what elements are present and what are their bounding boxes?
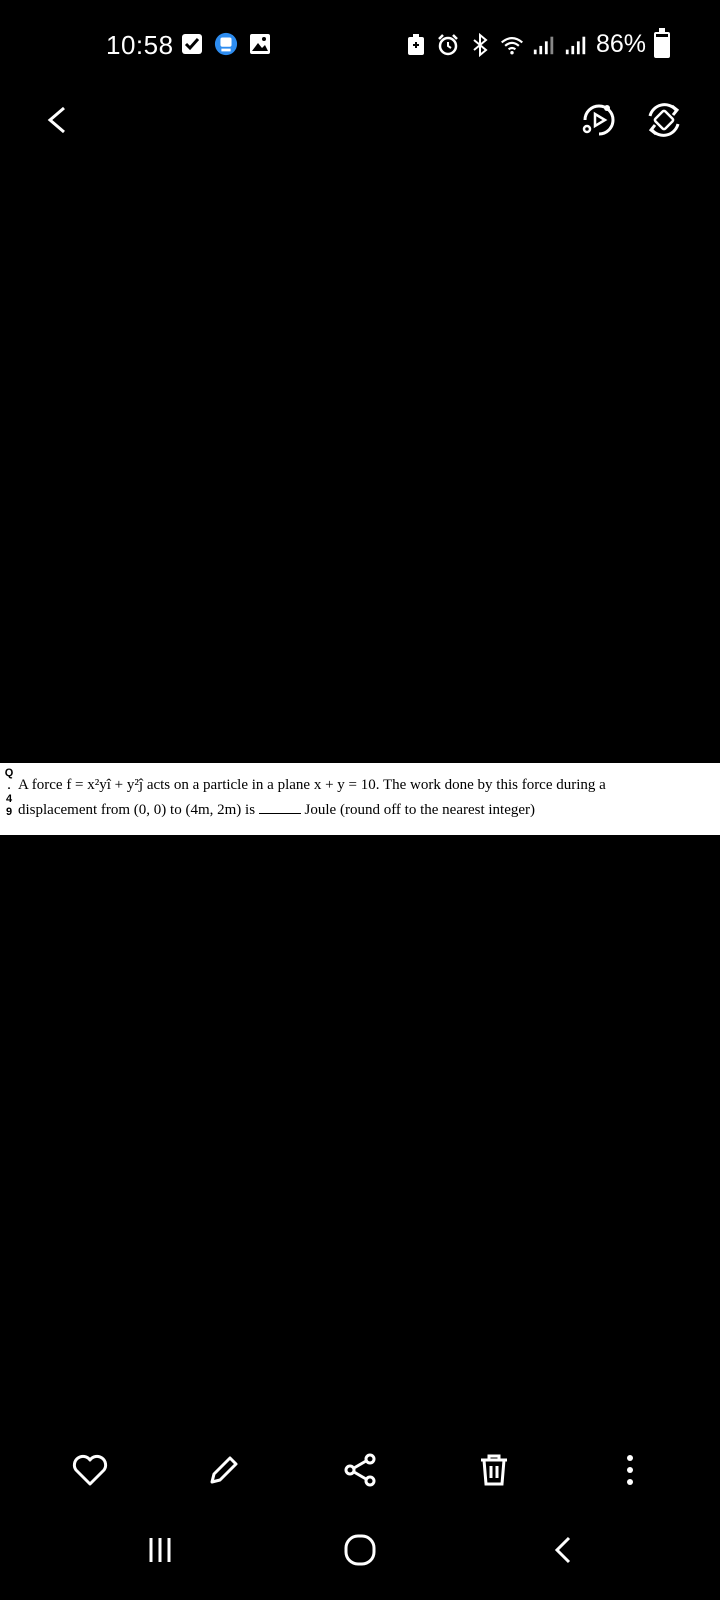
signal-1-icon — [532, 33, 556, 57]
question-number: Q . 4 9 — [4, 767, 14, 819]
rotate-icon — [648, 103, 680, 137]
delete-icon — [481, 1454, 507, 1486]
edit-button[interactable] — [198, 1444, 250, 1496]
question-text: displacement from (0, 0) to (4m, 2m) is — [18, 802, 259, 818]
battery-icon — [654, 27, 670, 58]
home-button[interactable] — [330, 1520, 390, 1580]
favorite-button[interactable] — [64, 1444, 116, 1496]
remaster-button[interactable] — [575, 96, 623, 144]
back-nav-button[interactable] — [533, 1520, 593, 1580]
notification-icons — [180, 32, 272, 56]
qnum-char: Q — [4, 767, 14, 779]
question-text: acts on a particle in a plane x + y = 10… — [143, 777, 606, 793]
delete-button[interactable] — [468, 1444, 520, 1496]
qnum-char: 9 — [5, 806, 13, 818]
battery-percent: 86% — [595, 30, 646, 58]
status-bar: 10:58 86% — [0, 0, 720, 90]
alarm-icon — [436, 33, 460, 57]
question-line-2: displacement from (0, 0) to (4m, 2m) is … — [18, 801, 535, 819]
force-expression: f = x²yî + y²ĵ — [66, 777, 144, 793]
rotate-button[interactable] — [640, 96, 688, 144]
question-text: A force — [18, 777, 67, 793]
checkbox-notification-icon — [180, 32, 204, 56]
gallery-notification-icon — [248, 32, 272, 56]
more-icon — [627, 1455, 633, 1485]
recents-icon — [149, 1538, 171, 1562]
signal-2-icon — [564, 33, 588, 57]
status-time: 10:58 — [106, 30, 174, 60]
qnum-char: 4 — [5, 793, 13, 805]
system-nav-bar — [0, 1500, 720, 1600]
bluetooth-icon — [468, 32, 492, 57]
app-notification-icon — [214, 32, 238, 56]
home-icon — [344, 1534, 376, 1566]
back-nav-icon — [554, 1536, 571, 1564]
wifi-icon — [500, 33, 524, 57]
more-button[interactable] — [604, 1444, 656, 1496]
share-icon — [344, 1453, 376, 1487]
favorite-icon — [72, 1454, 108, 1486]
back-button[interactable] — [38, 100, 78, 140]
share-button[interactable] — [334, 1444, 386, 1496]
viewer-top-bar — [0, 90, 720, 150]
question-line-1: A force f = x²yî + y²ĵ acts on a particl… — [18, 777, 606, 794]
edit-icon — [210, 1456, 238, 1484]
qnum-char: . — [7, 780, 11, 792]
back-icon — [47, 106, 65, 134]
recents-button[interactable] — [130, 1520, 190, 1580]
remaster-icon — [582, 104, 615, 136]
viewer-bottom-bar — [0, 1430, 720, 1510]
battery-fill — [656, 36, 668, 56]
status-right: 86% — [404, 27, 670, 59]
question-text: Joule (round off to the nearest integer) — [300, 802, 536, 818]
battery-saver-icon — [404, 33, 428, 57]
question-image: Q . 4 9 A force f = x²yî + y²ĵ acts on a… — [0, 763, 720, 835]
answer-blank — [258, 801, 301, 814]
